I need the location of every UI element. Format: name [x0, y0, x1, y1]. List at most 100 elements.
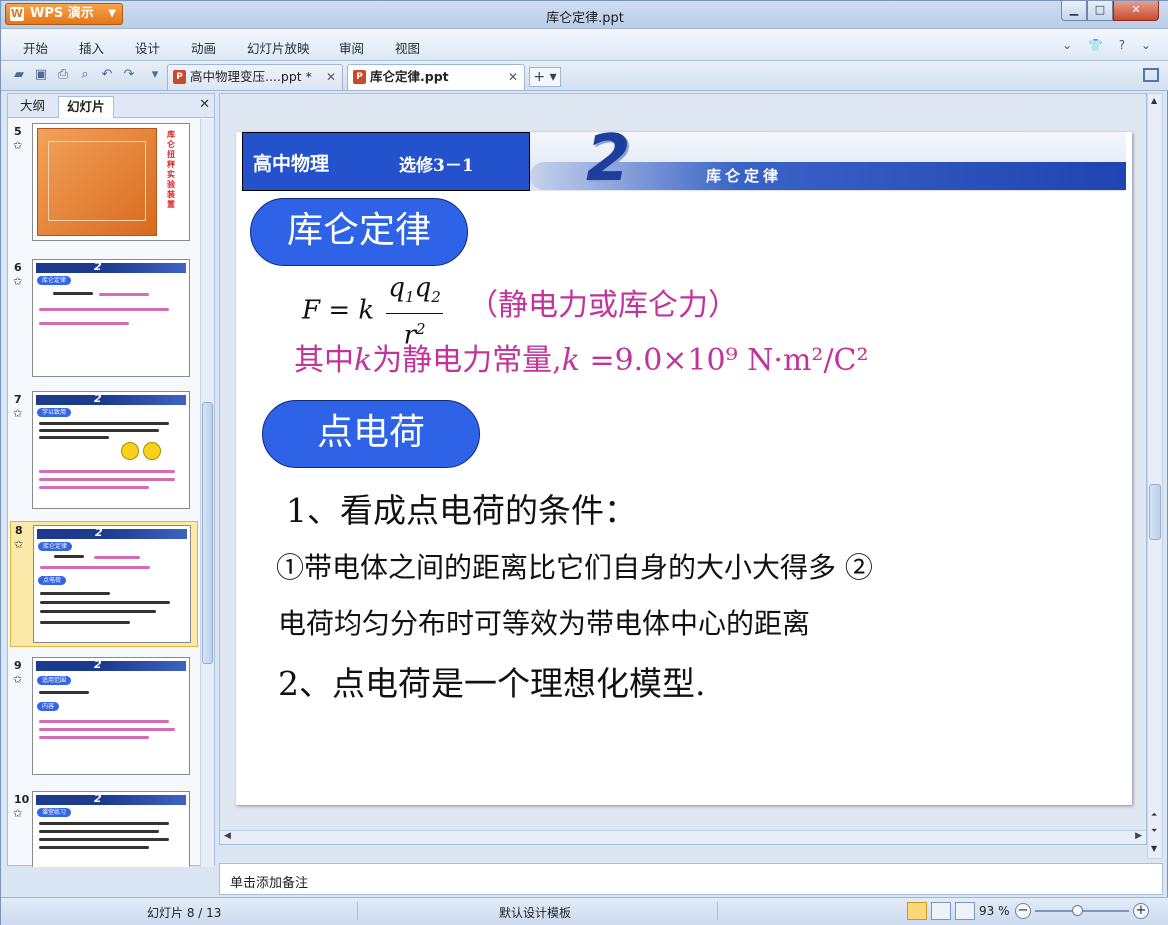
menu-right-icons[interactable]: ⌄ 👕 ? ⌄ [1062, 38, 1157, 52]
undo-icon[interactable]: ↶ [99, 67, 115, 83]
close-window-button[interactable]: ✕ [1113, 1, 1159, 21]
zoom-slider-handle[interactable] [1071, 905, 1083, 916]
tab-document-transformer[interactable]: P 高中物理变压....ppt * ✕ [167, 64, 343, 90]
animation-star-icon: ✩ [13, 275, 23, 288]
minimize-button[interactable]: ▁ [1061, 1, 1087, 21]
status-bar: 幻灯片 8 / 13 默认设计模板 93 % − + [1, 897, 1168, 925]
mini-pill: 适用范围 [37, 676, 72, 685]
slide-thumbnail-selected[interactable]: 8 ✩ 2 库仑定律 点电荷 [10, 521, 198, 647]
mini-pill: 课堂练习 [37, 808, 72, 817]
mini-pill: 点电荷 [38, 576, 67, 585]
save-icon[interactable]: ▣ [33, 67, 49, 83]
zoom-level[interactable]: 93 % [979, 904, 1010, 918]
apparatus-photo [37, 128, 157, 236]
menu-animation[interactable]: 动画 [191, 38, 216, 57]
constant-line[interactable]: 其中k为静电力常量,k =9.0×10⁹ N·m²/C² [294, 335, 869, 379]
menu-view[interactable]: 视图 [395, 38, 420, 57]
slide-preview: 2 课堂练习 [32, 791, 190, 867]
menu-slideshow[interactable]: 幻灯片放映 [247, 38, 310, 57]
animation-star-icon: ✩ [14, 538, 24, 551]
title-bar: W WPS 演示 ▼ 库仑定律.ppt ▁ □ ✕ [1, 1, 1168, 29]
slide-sorter-icon[interactable] [931, 902, 951, 920]
document-tab-bar: ▰ ▣ ⎙ ⌕ ↶ ↷ ▾ P 高中物理变压....ppt * ✕ P 库仑定律… [1, 61, 1168, 91]
slide-thumbnail[interactable]: 10 ✩ 2 课堂练习 [10, 791, 198, 867]
heading-pill-point-charge[interactable]: 点电荷 [262, 400, 480, 468]
slide-number: 8 [15, 524, 23, 537]
formula-note[interactable]: （静电力或库仑力） [468, 280, 738, 324]
chapter-number: 2 [586, 132, 631, 196]
maximize-button[interactable]: □ [1087, 1, 1113, 21]
charged-sphere [121, 442, 139, 460]
formula-eq: = k [328, 295, 375, 326]
close-tab-icon[interactable]: ✕ [508, 65, 518, 89]
scrollbar-thumb[interactable] [1149, 484, 1161, 540]
animation-star-icon: ✩ [13, 807, 23, 820]
menu-insert[interactable]: 插入 [79, 38, 104, 57]
menu-bar: 开始 插入 设计 动画 幻灯片放映 审阅 视图 ⌄ 👕 ? ⌄ [1, 29, 1168, 61]
slide-number: 7 [14, 393, 22, 406]
body-text-line[interactable]: 1、看成点电荷的条件： [286, 484, 637, 532]
mini-pill: 学以致用 [37, 408, 72, 417]
thumbnail-scrollbar[interactable] [200, 119, 214, 867]
slide-vertical-caption: 库仑扭秤实验装置 [167, 130, 175, 209]
tab-document-coulomb[interactable]: P 库仑定律.ppt ✕ [347, 64, 525, 90]
mini-pill: 库仑定律 [37, 276, 72, 285]
slide-thumbnail[interactable]: 9 ✩ 2 适用范围 内容 [10, 657, 198, 779]
quick-access-dropdown-icon[interactable]: ▾ [147, 67, 163, 83]
slide-preview: 2 学以致用 [32, 391, 190, 509]
body-text-line[interactable]: 电荷均匀分布时可等效为带电体中心的距离 [278, 602, 810, 642]
next-slide-icon[interactable]: ⏷ [1151, 826, 1157, 836]
scroll-up-icon[interactable]: ▲ [1151, 96, 1157, 105]
slide-thumbnail[interactable]: 6 ✩ 2 库仑定律 [10, 259, 198, 381]
animation-star-icon: ✩ [13, 673, 23, 686]
open-folder-icon[interactable]: ▰ [11, 67, 27, 83]
menu-design[interactable]: 设计 [135, 38, 160, 57]
slide-thumbnail[interactable]: 5 ✩ 库仑扭秤实验装置 [10, 123, 198, 245]
heading-pill-law[interactable]: 库仑定律 [250, 198, 468, 266]
scrollbar-thumb[interactable] [202, 402, 213, 664]
horizontal-scrollbar[interactable]: ◀ ▶ [220, 830, 1146, 844]
slides-panel: 大纲 幻灯片 ✕ 5 ✩ 库仑扭秤实验装置 6 ✩ 2 库仑定律 7 ✩ 2 学… [7, 93, 215, 867]
mini-pill: 内容 [37, 702, 60, 711]
design-template-name: 默认设计模板 [499, 906, 572, 920]
slide-number: 5 [14, 125, 22, 138]
close-panel-icon[interactable]: ✕ [199, 97, 210, 112]
notes-placeholder: 单击添加备注 [230, 876, 309, 891]
slide-header-box[interactable]: 高中物理 选修3－1 [242, 132, 530, 191]
zoom-in-button[interactable]: + [1133, 903, 1149, 919]
current-slide[interactable]: 高中物理 选修3－1 2 库仑定律 库仑定律 F = k q1q2 r2 （静电… [236, 132, 1132, 805]
tab-label: 高中物理变压....ppt * [190, 69, 312, 84]
menu-home[interactable]: 开始 [23, 38, 48, 57]
scroll-left-icon[interactable]: ◀ [224, 831, 231, 841]
notes-pane[interactable]: 单击添加备注 [219, 863, 1163, 895]
mini-pill: 库仑定律 [38, 542, 73, 551]
layout-toggle-icon[interactable] [1143, 68, 1159, 82]
slide-preview: 2 库仑定律 点电荷 [33, 525, 191, 643]
print-icon[interactable]: ⎙ [55, 67, 71, 83]
window-title: 库仑定律.ppt [546, 11, 624, 26]
new-tab-button[interactable]: + ▾ [529, 67, 561, 87]
slide-thumbnail[interactable]: 7 ✩ 2 学以致用 [10, 391, 198, 513]
tab-outline[interactable]: 大纲 [12, 96, 53, 118]
scroll-right-icon[interactable]: ▶ [1135, 831, 1142, 841]
zoom-out-button[interactable]: − [1015, 903, 1031, 919]
tab-label: 库仑定律.ppt [370, 69, 449, 84]
scroll-down-icon[interactable]: ▼ [1151, 844, 1157, 853]
previous-slide-icon[interactable]: ⏶ [1151, 810, 1157, 820]
slide-preview: 库仑扭秤实验装置 [32, 123, 190, 241]
tab-slides[interactable]: 幻灯片 [58, 96, 114, 118]
menu-review[interactable]: 审阅 [339, 38, 364, 57]
slide-editing-area: 高中物理 选修3－1 2 库仑定律 库仑定律 F = k q1q2 r2 （静电… [219, 93, 1147, 845]
vertical-scrollbar[interactable]: ▲ ⏶ ⏷ ▼ [1147, 93, 1163, 859]
slideshow-play-icon[interactable] [955, 902, 975, 920]
animation-star-icon: ✩ [13, 139, 23, 152]
close-tab-icon[interactable]: ✕ [326, 65, 336, 89]
normal-view-icon[interactable] [907, 902, 927, 920]
body-text-line[interactable]: ①带电体之间的距离比它们自身的大小大得多 ② [276, 546, 873, 586]
header-title: 高中物理 [253, 153, 330, 175]
ppt-file-icon: P [353, 70, 366, 84]
body-text-line[interactable]: 2、点电荷是一个理想化模型. [278, 657, 706, 705]
print-preview-icon[interactable]: ⌕ [77, 67, 93, 83]
redo-icon[interactable]: ↷ [121, 67, 137, 83]
slide-number: 6 [14, 261, 22, 274]
